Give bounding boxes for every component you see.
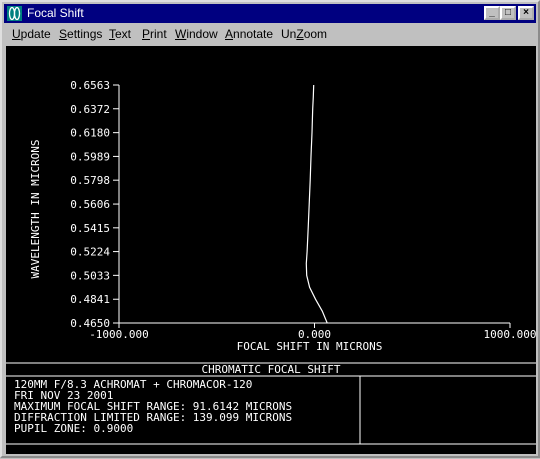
focal-shift-window: Focal Shift _ □ × Update Settings Text P… xyxy=(0,0,540,458)
menu-bar: Update Settings Text Print Window Annota… xyxy=(4,24,536,44)
chart-title: CHROMATIC FOCAL SHIFT xyxy=(201,363,340,376)
plot-area: 0.4650 0.4841 0.5033 0.5224 0.5415 0.5606 0.57… xyxy=(6,46,536,454)
minimize-icon: _ xyxy=(489,7,495,18)
y-tick-label: 0.6563 xyxy=(70,79,110,92)
maximize-button[interactable]: □ xyxy=(500,6,516,20)
y-tick-label: 0.6372 xyxy=(70,103,110,116)
menu-text[interactable]: Text xyxy=(109,27,131,41)
menu-print[interactable]: Print xyxy=(142,27,167,41)
focal-shift-chart: 0.46500.48410.50330.52240.54150.56060.57… xyxy=(6,79,536,445)
close-icon: × xyxy=(523,7,529,18)
y-tick-label: 0.5798 xyxy=(70,174,110,187)
focal-shift-curve xyxy=(305,84,328,324)
y-tick-label: 0.5224 xyxy=(70,246,110,259)
title-bar[interactable]: Focal Shift _ □ × xyxy=(4,4,536,23)
minimize-button[interactable]: _ xyxy=(484,6,500,20)
maximize-icon: □ xyxy=(504,7,512,18)
y-tick-label: 0.5606 xyxy=(70,198,110,211)
menu-window[interactable]: Window xyxy=(175,27,218,41)
close-button[interactable]: × xyxy=(518,6,534,20)
window-title: Focal Shift xyxy=(27,6,84,20)
y-tick-label: 0.4841 xyxy=(70,293,110,306)
menu-unzoom[interactable]: UnZoom xyxy=(281,27,327,41)
y-axis-label: WAVELENGTH IN MICRONS xyxy=(29,139,42,278)
y-tick-label: 0.5415 xyxy=(70,222,110,235)
x-tick-label: -1000.000 xyxy=(89,328,149,341)
info-line: PUPIL ZONE: 0.9000 xyxy=(14,422,133,435)
x-axis-label: FOCAL SHIFT IN MICRONS xyxy=(237,340,383,353)
y-tick-label: 0.5033 xyxy=(70,269,110,282)
app-lens-icon xyxy=(7,6,22,21)
y-tick-label: 0.5989 xyxy=(70,150,110,163)
menu-settings[interactable]: Settings xyxy=(59,27,102,41)
menu-annotate[interactable]: Annotate xyxy=(225,27,273,41)
y-tick-label: 0.6180 xyxy=(70,127,110,140)
menu-update[interactable]: Update xyxy=(12,27,51,41)
x-tick-label: 1000.000 xyxy=(484,328,536,341)
